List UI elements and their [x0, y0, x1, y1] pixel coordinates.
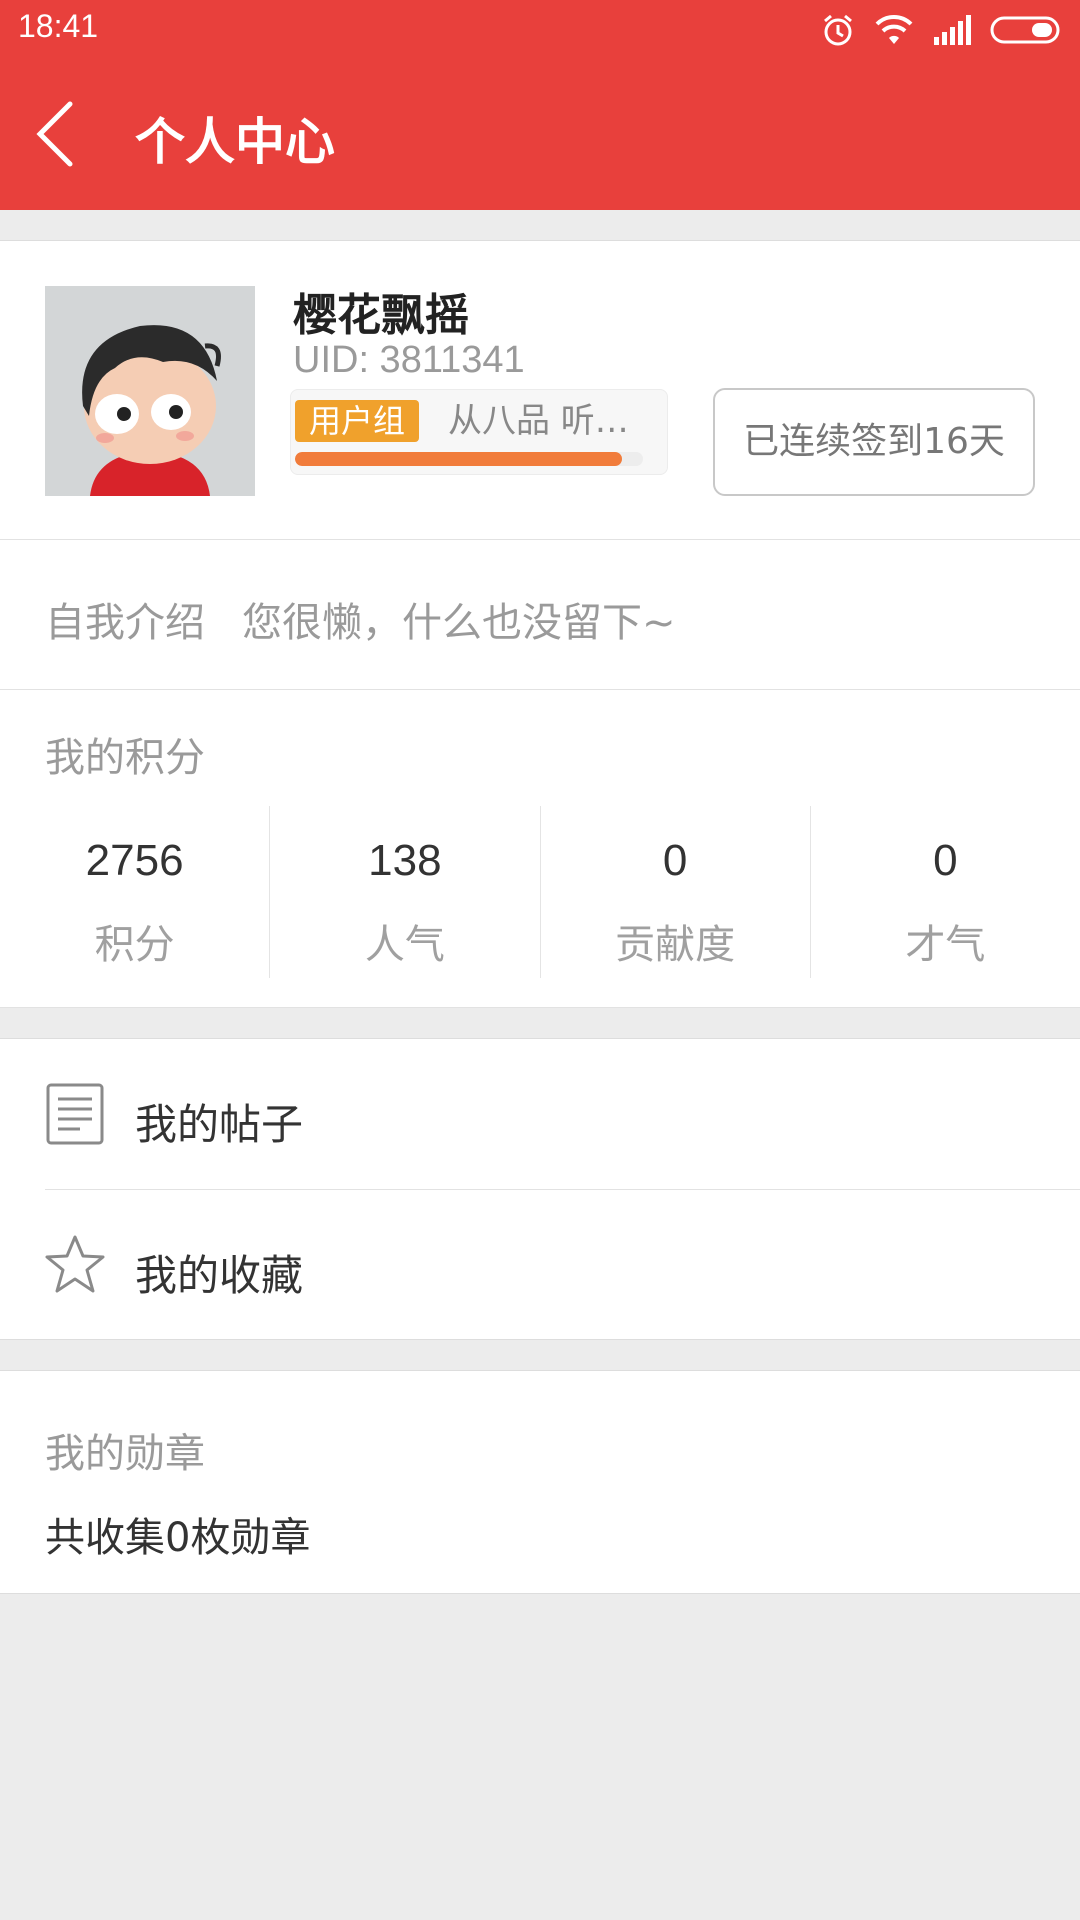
level-progress-fill — [295, 452, 623, 466]
stat-contribution[interactable]: 0 贡献度 — [539, 806, 810, 978]
user-group[interactable]: 用户组 从八品 听… — [290, 389, 668, 475]
chevron-left-icon — [36, 101, 73, 167]
status-time: 18:41 — [18, 8, 99, 44]
stat-label: 贡献度 — [615, 922, 736, 968]
header: 个人中心 — [0, 58, 1080, 210]
signal-icon — [932, 15, 972, 45]
stat-value: 2756 — [85, 836, 184, 885]
alarm-icon — [820, 12, 856, 48]
stat-label: 积分 — [94, 922, 175, 968]
avatar[interactable] — [45, 286, 255, 496]
menu-item-label: 我的帖子 — [135, 1100, 304, 1149]
app-header-bar: 18:41 个人中心 — [0, 0, 1080, 210]
page-title: 个人中心 — [135, 113, 335, 171]
stat-value: 0 — [933, 836, 958, 885]
stat-value: 0 — [662, 836, 688, 885]
menu-list: 我的帖子 我的收藏 — [0, 1038, 1080, 1340]
document-icon — [44, 1083, 106, 1145]
menu-item-label: 我的收藏 — [135, 1251, 304, 1300]
checkin-button[interactable]: 已连续签到16天 — [713, 388, 1035, 496]
star-icon — [44, 1234, 106, 1296]
user-group-tag: 用户组 — [295, 400, 420, 442]
self-intro-label: 自我介绍 — [45, 600, 205, 646]
profile-card: 樱花飘摇 UID: 3811341 用户组 从八品 听… 已连续签到16天 — [0, 240, 1080, 540]
medals-title: 我的勋章 — [45, 1431, 205, 1477]
stat-popularity[interactable]: 138 人气 — [269, 806, 539, 978]
self-intro[interactable]: 自我介绍 您很懒，什么也没留下~ — [0, 540, 1080, 690]
wifi-icon — [874, 14, 914, 46]
stat-value: 138 — [368, 836, 442, 885]
points-stats: 2756 积分 138 人气 0 贡献度 0 才气 — [0, 806, 1080, 978]
status-bar: 18:41 — [0, 0, 1080, 58]
stat-label: 人气 — [364, 922, 445, 968]
back-button[interactable] — [30, 94, 90, 174]
menu-item-my-posts[interactable]: 我的帖子 — [0, 1039, 1080, 1189]
user-id: UID: 3811341 — [293, 339, 525, 381]
username: 樱花飘摇 — [293, 290, 469, 341]
points-title: 我的积分 — [45, 735, 205, 781]
user-group-name: 从八品 听… — [448, 401, 629, 441]
points-section: 我的积分 2756 积分 138 人气 0 贡献度 0 才气 — [0, 690, 1080, 1008]
stat-label: 才气 — [905, 922, 986, 968]
status-icons — [820, 10, 1062, 50]
battery-icon — [990, 15, 1062, 45]
medals-section[interactable]: 我的勋章 共收集0枚勋章 — [0, 1370, 1080, 1594]
stat-points[interactable]: 2756 积分 — [0, 806, 269, 978]
stat-talent[interactable]: 0 才气 — [809, 806, 1080, 978]
menu-item-my-favorites[interactable]: 我的收藏 — [0, 1190, 1080, 1340]
medals-count: 共收集0枚勋章 — [45, 1515, 311, 1561]
level-progress-bar — [295, 452, 643, 466]
self-intro-text: 您很懒，什么也没留下~ — [242, 600, 676, 646]
